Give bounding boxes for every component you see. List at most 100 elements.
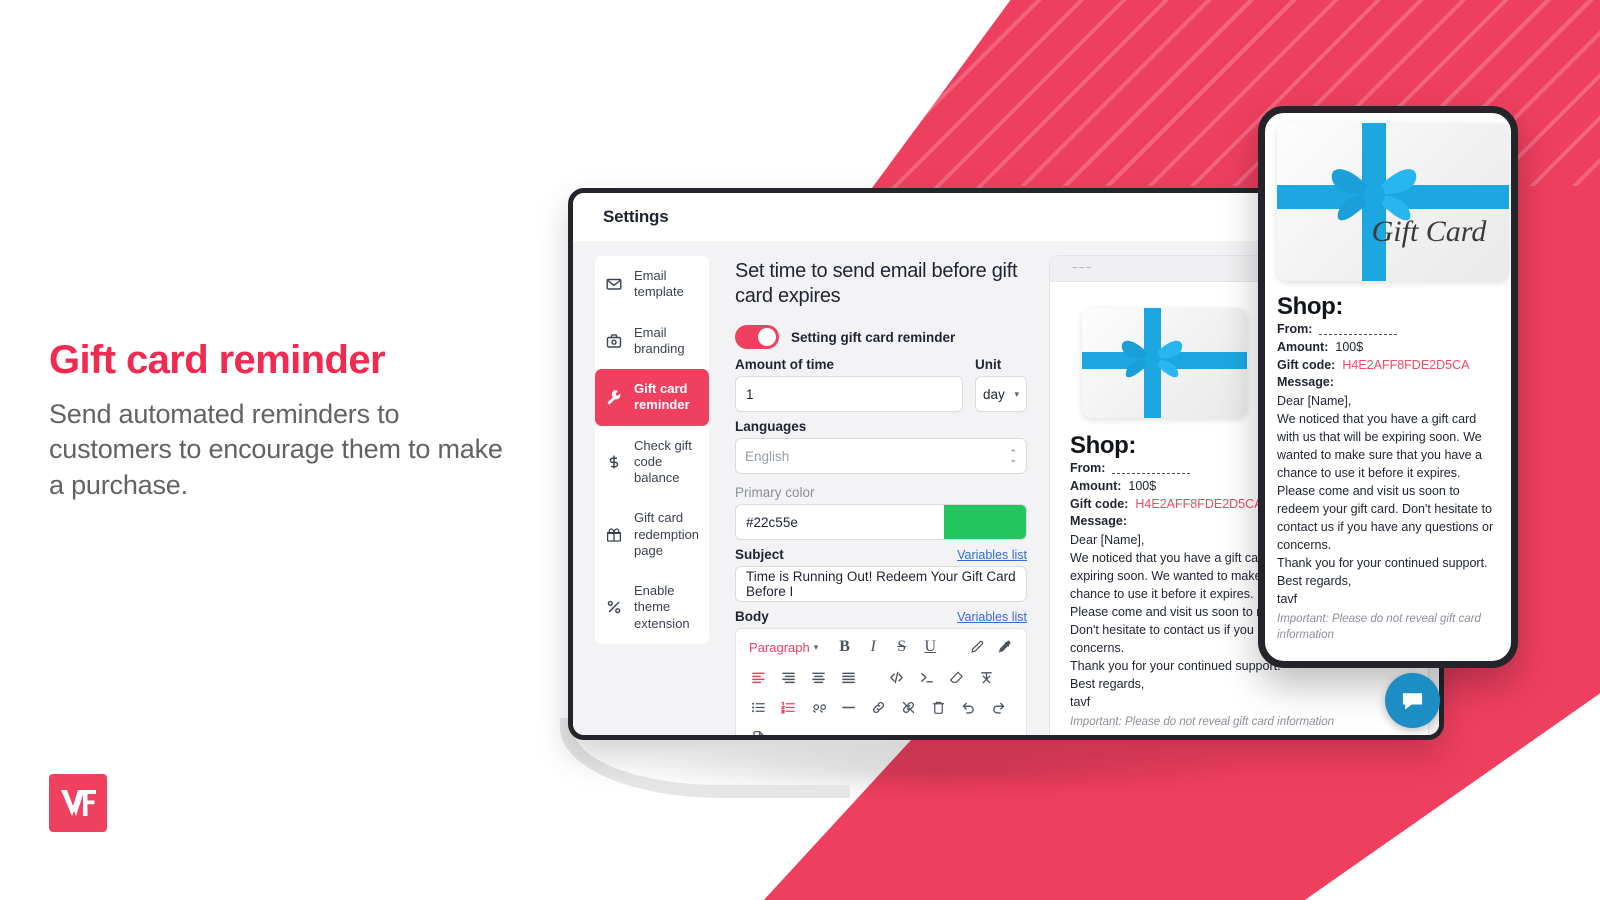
sidebar-item-check-gift-code-balance[interactable]: Check gift code balance [595,425,710,499]
preview-message-label: Message: [1070,514,1128,529]
unit-label: Unit [975,357,1002,372]
clear-format-icon[interactable] [973,666,999,688]
align-right-icon[interactable] [805,666,831,688]
sidebar-item-email-branding[interactable]: Email branding [595,312,710,369]
marketing-copy: Gift card reminder Send automated remind… [49,338,519,504]
subject-label: Subject [735,547,784,562]
sidebar-item-label: Email template [634,268,684,300]
preview-amount-value: 100$ [1128,478,1157,493]
sidebar-item-email-template[interactable]: Email template [595,256,710,313]
body-label: Body [735,609,769,624]
sidebar-item-label: Email branding [634,324,685,356]
mobile-paragraph: Please come and visit us soon to redeem … [1277,484,1494,552]
sidebar-item-gift-card-reminder[interactable]: Gift card reminder [595,369,710,426]
body-variables-list-link[interactable]: Variables list [957,610,1027,624]
vf-monogram-icon [61,790,96,816]
sidebar-item-label: Gift card redemption page [634,510,700,558]
block-format-select[interactable]: Paragraph ▾ [745,638,823,656]
code-block-icon[interactable] [913,666,939,688]
primary-color-input[interactable]: #22c55e [736,505,944,539]
gift-card-ribbon-icon [1082,308,1248,418]
preview-giftcode-label: Gift code: [1070,496,1129,511]
numbered-list-icon[interactable] [775,696,801,718]
subject-variables-list-link[interactable]: Variables list [957,548,1027,562]
mobile-from-row: From: [1277,321,1499,339]
wrench-icon [605,389,623,405]
body-rich-text-editor[interactable]: Paragraph ▾ B I S U [735,628,1028,735]
redo-icon[interactable] [985,696,1011,718]
percent-icon [605,599,623,615]
strikethrough-button[interactable]: S [889,636,914,658]
block-format-value: Paragraph [749,639,810,655]
editor-toolbar-row-2 [745,666,1017,688]
primary-color-field[interactable]: #22c55e [735,504,1028,540]
unit-select[interactable]: day ▾ [975,376,1028,412]
unit-select-value: day [983,386,1005,402]
preview-from-value [1112,460,1191,474]
reminder-toggle-row: Setting gift card reminder [735,325,1027,349]
preview-note: Important: Please do not reveal gift car… [1070,716,1335,728]
amount-unit-row: Amount of time 1 Unit day ▾ [735,357,1028,412]
italic-button[interactable]: I [861,636,886,658]
mobile-paragraph: Best regards, [1277,574,1352,588]
preview-from-label: From: [1070,461,1106,475]
chat-bubble-icon [1402,693,1423,710]
page-subtitle: Send automated reminders to customers to… [49,398,503,501]
gift-card-ribbon-icon: Gift Card [1277,123,1509,281]
preview-amount-label: Amount: [1070,478,1122,493]
bold-button[interactable]: B [832,636,857,658]
underline-button[interactable]: U [918,636,943,658]
subject-input[interactable]: Time is Running Out! Redeem Your Gift Ca… [735,566,1028,602]
setting-gift-card-reminder-toggle[interactable] [735,325,780,349]
mobile-greeting: Dear [Name], [1277,394,1352,408]
trash-icon[interactable] [925,696,951,718]
mobile-from-label: From: [1277,322,1313,336]
stepper-icon: ⌃ ⌄ [1009,448,1018,464]
mobile-amount-row: Amount: 100$ [1277,339,1499,357]
unlink-icon[interactable] [895,696,921,718]
mobile-paragraph: We noticed that you have a gift card wit… [1277,412,1482,480]
dollar-icon [605,454,623,470]
languages-label: Languages [735,419,807,434]
align-left-icon[interactable] [745,666,771,688]
horizontal-rule-icon[interactable] [835,696,861,718]
gift-card-image-mobile: Gift Card [1277,123,1509,281]
form-heading: Set time to send email before gift card … [735,260,1018,307]
chevron-down-icon: ▾ [813,641,819,652]
mobile-amount-value: 100$ [1335,339,1364,354]
amount-of-time-group: Amount of time 1 [735,357,964,412]
align-justify-icon[interactable] [835,666,861,688]
link-icon[interactable] [865,696,891,718]
reminder-settings-form: Set time to send email before gift card … [721,241,1043,735]
primary-color-label: Primary color [735,485,815,500]
sidebar-item-label: Enable theme extension [634,583,690,631]
bullet-list-icon[interactable] [745,696,771,718]
mobile-from-value [1319,321,1398,335]
undo-icon[interactable] [955,696,981,718]
sidebar-item-gift-card-redemption-page[interactable]: Gift card redemption page [595,498,710,571]
blockquote-icon[interactable] [805,696,831,718]
page-icon[interactable] [745,726,771,735]
gift-card-label: Gift Card [1372,215,1488,248]
chevron-down-icon: ▾ [1014,388,1020,399]
languages-select[interactable]: English ⌃ ⌄ [735,438,1028,474]
primary-color-swatch[interactable] [944,505,1027,539]
highlighter-icon[interactable] [964,636,989,658]
chat-bubble-button[interactable] [1385,673,1440,728]
code-icon[interactable] [883,666,909,688]
unit-group: Unit day ▾ [975,357,1028,412]
eyedropper-icon[interactable] [992,636,1017,658]
amount-of-time-input[interactable]: 1 [735,376,964,412]
briefcase-icon [605,333,623,349]
mobile-amount-label: Amount: [1277,339,1329,354]
align-center-icon[interactable] [775,666,801,688]
gift-card-image-desktop [1082,308,1248,418]
languages-select-value: English [745,448,790,464]
gift-icon [605,527,623,543]
mobile-paragraph: Thank you for your continued support. [1277,556,1488,570]
eraser-icon[interactable] [943,666,969,688]
mobile-note: Important: Please do not reveal gift car… [1277,613,1481,642]
editor-toolbar-row-3 [745,696,1017,718]
sidebar-item-enable-theme-extension[interactable]: Enable theme extension [595,571,710,644]
editor-toolbar-row-1: Paragraph ▾ B I S U [745,636,1017,658]
